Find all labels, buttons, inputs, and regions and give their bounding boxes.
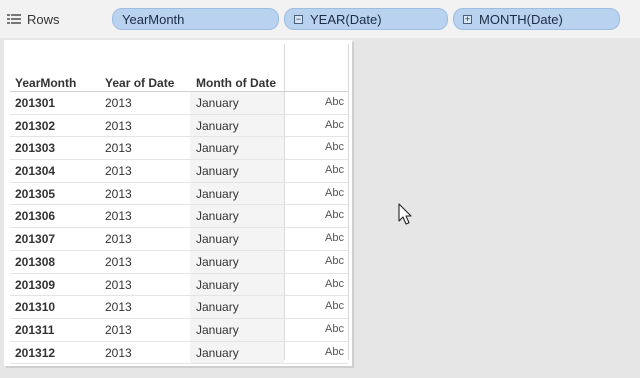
cell-month: January <box>196 118 239 133</box>
table-row[interactable]: 201303 2013 January Abc <box>10 137 348 161</box>
pill-label: YEAR(Date) <box>310 11 382 27</box>
table-row[interactable]: 201307 2013 January Abc <box>10 228 348 251</box>
cell-yearmonth: 201310 <box>15 300 56 315</box>
cell-month: January <box>196 232 239 247</box>
pill-month-date[interactable]: + MONTH(Date) <box>453 8 620 30</box>
cell-year: 2013 <box>105 186 132 201</box>
collapse-icon[interactable]: − <box>294 14 303 24</box>
cell-value: Abc <box>325 232 344 245</box>
cell-yearmonth: 201311 <box>15 322 55 337</box>
pill-year-date[interactable]: − YEAR(Date) <box>284 8 448 30</box>
table-row[interactable]: 201305 2013 January Abc <box>10 182 348 206</box>
table-row[interactable]: 201309 2013 January Abc <box>10 273 348 297</box>
pill-label: YearMonth <box>122 11 185 27</box>
table-row[interactable]: 201304 2013 January Abc <box>10 160 348 183</box>
text-table: YearMonth Year of Date Month of Date 201… <box>4 40 352 366</box>
table-row[interactable]: 201301 2013 January Abc <box>10 92 348 115</box>
table-row[interactable]: 201306 2013 January Abc <box>10 205 348 229</box>
column-header-year-of-date[interactable]: Year of Date <box>105 76 174 90</box>
column-header-yearmonth[interactable]: YearMonth <box>15 76 76 90</box>
cell-year: 2013 <box>105 164 132 179</box>
cell-yearmonth: 201312 <box>15 345 56 360</box>
rows-shelf: Rows YearMonth − YEAR(Date) + MONTH(Date… <box>0 0 640 38</box>
cell-year: 2013 <box>105 232 132 247</box>
cell-year: 2013 <box>105 345 132 360</box>
rows-icon <box>7 13 21 25</box>
rows-label-text: Rows <box>27 11 60 27</box>
cell-month: January <box>196 186 239 201</box>
cell-month: January <box>196 141 239 156</box>
cell-year: 2013 <box>105 322 132 337</box>
expand-icon[interactable]: + <box>463 14 472 24</box>
cell-value: Abc <box>325 209 344 222</box>
table-row[interactable]: 201311 2013 January Abc <box>10 318 348 342</box>
cell-value: Abc <box>325 300 344 313</box>
table-row[interactable]: 201308 2013 January Abc <box>10 250 348 274</box>
cell-value: Abc <box>325 96 344 108</box>
cell-yearmonth: 201308 <box>15 254 56 269</box>
mouse-pointer-icon <box>398 203 412 225</box>
cell-yearmonth: 201302 <box>15 118 56 133</box>
cell-yearmonth: 201304 <box>15 164 56 179</box>
pill-yearmonth[interactable]: YearMonth <box>112 8 279 30</box>
cell-year: 2013 <box>105 300 132 315</box>
cell-yearmonth: 201309 <box>15 277 56 292</box>
cell-value: Abc <box>325 164 344 177</box>
cell-month: January <box>196 322 239 337</box>
cell-year: 2013 <box>105 209 132 224</box>
rows-shelf-label: Rows <box>7 9 60 29</box>
cell-yearmonth: 201303 <box>15 141 56 156</box>
cell-month: January <box>196 209 239 224</box>
cell-year: 2013 <box>105 96 132 110</box>
cell-month: January <box>196 300 239 315</box>
cell-value: Abc <box>325 186 344 199</box>
table-row[interactable]: 201312 2013 January Abc <box>10 341 348 365</box>
cell-yearmonth: 201305 <box>15 186 56 201</box>
table-row[interactable]: 201310 2013 January Abc <box>10 296 348 319</box>
cell-month: January <box>196 254 239 269</box>
cell-yearmonth: 201306 <box>15 209 56 224</box>
cell-yearmonth: 201301 <box>15 96 56 110</box>
cell-year: 2013 <box>105 118 132 133</box>
table-row[interactable]: 201302 2013 January Abc <box>10 114 348 138</box>
cell-value: Abc <box>325 254 344 267</box>
cell-value: Abc <box>325 322 344 335</box>
cell-month: January <box>196 96 239 110</box>
cell-year: 2013 <box>105 141 132 156</box>
cell-month: January <box>196 345 239 360</box>
pill-label: MONTH(Date) <box>479 11 563 27</box>
table-right-border <box>348 44 349 360</box>
cell-month: January <box>196 277 239 292</box>
column-header-month-of-date[interactable]: Month of Date <box>196 76 276 90</box>
cell-year: 2013 <box>105 277 132 292</box>
table-body: 201301 2013 January Abc 201302 2013 January Abc… <box>10 92 348 365</box>
cell-yearmonth: 201307 <box>15 232 56 247</box>
cell-value: Abc <box>325 141 344 154</box>
cell-value: Abc <box>325 345 344 358</box>
cell-year: 2013 <box>105 254 132 269</box>
cell-value: Abc <box>325 118 344 131</box>
cell-value: Abc <box>325 277 344 290</box>
cell-month: January <box>196 164 239 179</box>
